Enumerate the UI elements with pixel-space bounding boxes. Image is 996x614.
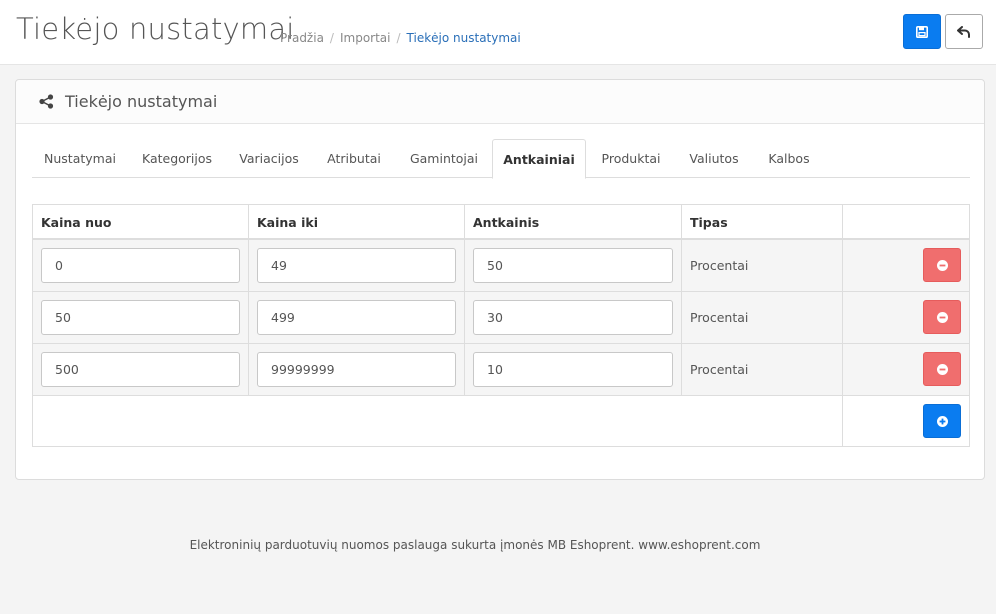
save-icon <box>916 25 928 38</box>
undo-icon <box>957 25 970 38</box>
markup-type: Procentai <box>690 258 749 273</box>
tab-antkainiai[interactable]: Antkainiai <box>492 139 586 179</box>
page-title: Tiekėjo nustatymai <box>16 12 295 46</box>
markup-input[interactable] <box>473 248 673 283</box>
breadcrumb-separator: / <box>396 31 401 45</box>
tab-valiutos[interactable]: Valiutos <box>676 139 752 178</box>
tab-nustatymai[interactable]: Nustatymai <box>32 139 128 178</box>
footer-text: Elektroninių parduotuvių nuomos paslauga… <box>189 538 761 552</box>
tab-kalbos[interactable]: Kalbos <box>752 139 826 178</box>
column-header-price-to: Kaina iki <box>249 205 465 239</box>
back-button[interactable] <box>945 14 983 49</box>
remove-row-button[interactable] <box>923 300 961 334</box>
table-row: Procentai <box>33 344 969 395</box>
remove-row-button[interactable] <box>923 248 961 282</box>
share-icon <box>39 94 54 109</box>
markup-input[interactable] <box>473 352 673 387</box>
save-button[interactable] <box>903 14 941 49</box>
tab-kategorijos[interactable]: Kategorijos <box>128 139 226 178</box>
tab-atributai[interactable]: Atributai <box>312 139 396 178</box>
column-header-type: Tipas <box>682 205 843 239</box>
table-row: Procentai <box>33 292 969 343</box>
column-header-price-from: Kaina nuo <box>33 205 249 239</box>
breadcrumb-separator: / <box>329 31 334 45</box>
column-header-actions <box>843 205 969 239</box>
breadcrumb-home[interactable]: Pradžia <box>280 31 324 45</box>
table-row: Procentai <box>33 240 969 291</box>
tab-variacijos[interactable]: Variacijos <box>226 139 312 178</box>
plus-circle-icon <box>936 415 948 427</box>
supplier-settings-panel: Tiekėjo nustatymai Nustatymai Kategorijo… <box>15 79 985 480</box>
markup-type: Procentai <box>690 362 749 377</box>
breadcrumb-current[interactable]: Tiekėjo nustatymai <box>407 31 521 45</box>
panel-title: Tiekėjo nustatymai <box>65 92 218 111</box>
price-from-input[interactable] <box>41 248 240 283</box>
add-row-button[interactable] <box>923 404 961 438</box>
breadcrumb-imports[interactable]: Importai <box>340 31 391 45</box>
minus-circle-icon <box>936 311 948 323</box>
page-header: Tiekėjo nustatymai Pradžia / Importai / … <box>0 0 996 65</box>
tab-produktai[interactable]: Produktai <box>586 139 676 178</box>
markup-input[interactable] <box>473 300 673 335</box>
minus-circle-icon <box>936 259 948 271</box>
settings-tabs: Nustatymai Kategorijos Variacijos Atribu… <box>32 139 970 179</box>
tab-gamintojai[interactable]: Gamintojai <box>396 139 492 178</box>
remove-row-button[interactable] <box>923 352 961 386</box>
add-row <box>33 396 969 447</box>
markup-table: Kaina nuo Kaina iki Antkainis Tipas Proc… <box>32 204 970 447</box>
panel-heading: Tiekėjo nustatymai <box>16 80 984 124</box>
column-header-markup: Antkainis <box>465 205 682 239</box>
price-to-input[interactable] <box>257 300 456 335</box>
price-from-input[interactable] <box>41 300 240 335</box>
price-to-input[interactable] <box>257 352 456 387</box>
markup-type: Procentai <box>690 310 749 325</box>
price-from-input[interactable] <box>41 352 240 387</box>
minus-circle-icon <box>936 363 948 375</box>
price-to-input[interactable] <box>257 248 456 283</box>
breadcrumb: Pradžia / Importai / Tiekėjo nustatymai <box>280 31 521 45</box>
